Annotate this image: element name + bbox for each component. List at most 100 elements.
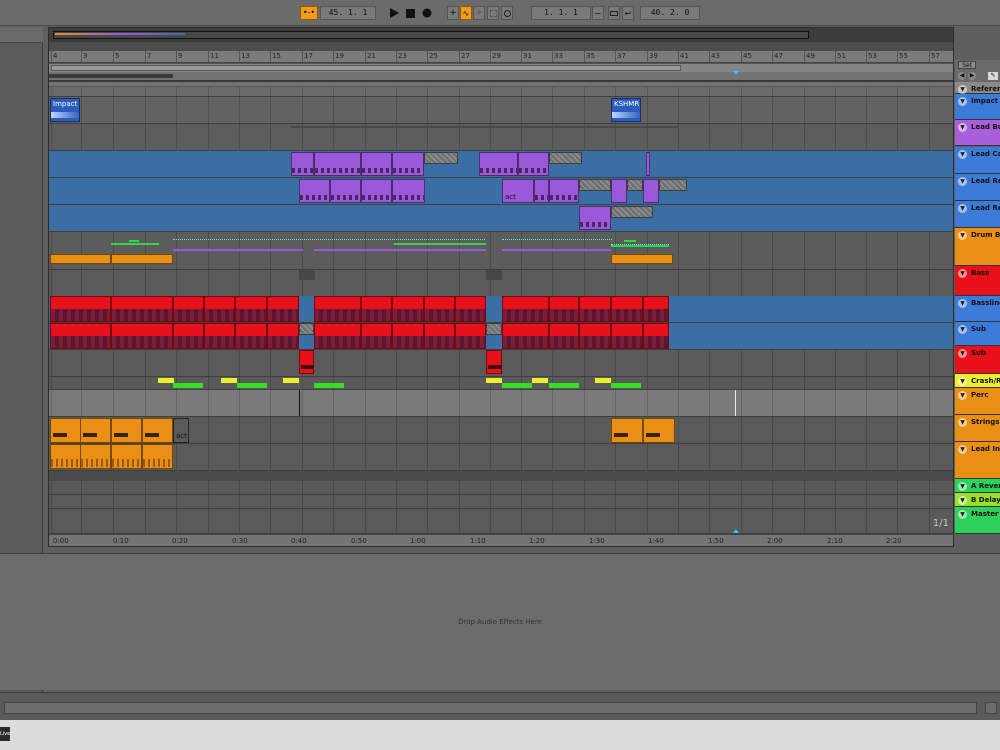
lead-clip[interactable] — [579, 206, 611, 230]
live-app-icon[interactable]: Live — [0, 727, 10, 741]
lead-clip[interactable]: act — [502, 179, 534, 203]
status-toggle[interactable] — [985, 702, 997, 714]
crash-clip[interactable] — [532, 378, 548, 383]
bass-clip[interactable] — [424, 323, 455, 349]
bass-clip[interactable] — [502, 296, 549, 322]
track-header[interactable]: ▼ Perc — [955, 388, 1000, 415]
drum-clip[interactable] — [611, 254, 673, 264]
drum-clip[interactable] — [111, 254, 173, 264]
track-header[interactable]: ▼ Bass — [955, 266, 1000, 296]
track-header[interactable]: ▼ B Delay — [955, 493, 1000, 507]
record-button[interactable] — [421, 6, 433, 20]
loop-switch-button[interactable]: ∽ — [592, 6, 604, 20]
track-lane[interactable] — [49, 509, 953, 534]
lead-clip[interactable] — [646, 152, 650, 176]
track-header[interactable]: ▼ Drum Bu — [955, 228, 1000, 266]
track-fold-icon[interactable]: ▼ — [958, 377, 967, 386]
lead-int-clip[interactable] — [142, 444, 173, 469]
track-lane[interactable] — [49, 97, 953, 124]
lead-clip[interactable] — [330, 179, 361, 203]
arrangement-overview[interactable] — [49, 28, 953, 42]
sub-clip[interactable] — [486, 350, 502, 374]
drum-clip[interactable] — [50, 254, 111, 264]
strings-clip[interactable] — [80, 418, 111, 443]
bass-clip[interactable] — [455, 296, 486, 322]
overdub-button[interactable]: + — [447, 6, 459, 20]
bass-clip[interactable] — [314, 296, 361, 322]
track-header[interactable]: ▼ Lead Bu — [955, 120, 1000, 146]
bass-clip[interactable] — [502, 323, 549, 349]
loop-brace[interactable] — [51, 65, 681, 71]
beat-time-ruler[interactable]: 4 3 5 7 9 11 13 15 17 19 21 23 25 27 29 31 33 35 37 39 41 43 4… — [49, 51, 953, 63]
lead-clip[interactable] — [549, 179, 579, 203]
impact-clip[interactable]: KSHMR — [611, 98, 641, 122]
strings-clip[interactable] — [643, 418, 675, 443]
loop-brace-strip[interactable] — [49, 64, 953, 72]
track-header[interactable]: ▼ Sub — [955, 322, 1000, 346]
crash-clip[interactable] — [314, 383, 344, 388]
track-header[interactable]: ▼ Lead Int — [955, 442, 1000, 479]
bass-clip[interactable] — [204, 296, 235, 322]
track-lane[interactable] — [49, 481, 953, 495]
track-fold-icon[interactable]: ▼ — [958, 204, 967, 213]
bass-clip[interactable] — [549, 296, 579, 322]
bass-clip[interactable] — [173, 296, 204, 322]
lead-int-clip[interactable] — [50, 444, 81, 469]
track-header[interactable]: ▼ Lead Re — [955, 174, 1000, 201]
track-lane[interactable] — [49, 444, 953, 471]
track-fold-icon[interactable]: ▼ — [958, 418, 967, 427]
bass-clip[interactable] — [549, 323, 579, 349]
lead-clip[interactable] — [659, 179, 687, 191]
loop-length-field[interactable]: 40. 2. 0 — [640, 6, 700, 20]
play-button[interactable] — [388, 6, 400, 20]
session-record-button[interactable] — [501, 6, 513, 20]
lead-clip[interactable] — [392, 152, 424, 176]
crash-clip[interactable] — [221, 378, 237, 383]
track-fold-icon[interactable]: ▼ — [958, 231, 967, 240]
track-lane[interactable] — [49, 232, 953, 270]
track-header[interactable]: ▼ Impact — [955, 94, 1000, 120]
track-fold-icon[interactable]: ▼ — [958, 510, 967, 519]
lead-clip[interactable] — [392, 179, 425, 203]
bass-clip[interactable] — [611, 296, 643, 322]
bass-clip[interactable] — [314, 323, 361, 349]
bass-clip[interactable] — [204, 323, 235, 349]
track-header[interactable]: ▼ Bassline — [955, 296, 1000, 322]
bass-clip[interactable] — [111, 296, 173, 322]
crash-clip[interactable] — [595, 378, 611, 383]
bass-clip[interactable] — [486, 323, 502, 335]
bass-clip[interactable] — [111, 323, 173, 349]
bass-clip[interactable] — [643, 323, 669, 349]
track-header[interactable]: ▼ Lead Re — [955, 201, 1000, 228]
bass-clip[interactable] — [392, 323, 424, 349]
strings-clip[interactable] — [111, 418, 142, 443]
bass-clip[interactable] — [267, 323, 299, 349]
time-ruler[interactable]: 0:00 0:10 0:20 0:30 0:40 0:50 1:00 1:10 1:20 1:30… — [49, 529, 953, 546]
lead-clip[interactable] — [627, 179, 643, 191]
device-view[interactable]: Drop Audio Effects Here — [0, 553, 1000, 690]
lead-clip[interactable] — [579, 179, 611, 191]
bass-clip[interactable] — [392, 296, 424, 322]
track-fold-icon[interactable]: ▼ — [958, 85, 967, 94]
lead-clip[interactable] — [534, 179, 549, 203]
bass-clip[interactable] — [579, 296, 611, 322]
track-fold-icon[interactable]: ▼ — [958, 123, 967, 132]
track-header[interactable]: ▼ Reference — [955, 82, 1000, 94]
strings-clip[interactable] — [142, 418, 173, 443]
bass-clip[interactable] — [579, 323, 611, 349]
bass-clip[interactable] — [50, 296, 111, 322]
track-header[interactable]: ▼ Strings — [955, 415, 1000, 442]
track-fold-icon[interactable]: ▼ — [958, 325, 967, 334]
lead-clip[interactable] — [643, 179, 659, 203]
bass-clip[interactable] — [50, 323, 111, 349]
track-fold-icon[interactable]: ▼ — [958, 177, 967, 186]
crash-clip[interactable] — [502, 383, 532, 388]
lead-clip[interactable] — [549, 152, 582, 164]
strings-clip[interactable] — [50, 418, 81, 443]
crash-clip[interactable] — [283, 378, 299, 383]
track-fold-icon[interactable]: ▼ — [958, 97, 967, 106]
bass-clip[interactable] — [455, 323, 486, 349]
bass-clip[interactable] — [299, 323, 314, 335]
reenable-automation-button[interactable]: + — [473, 6, 485, 20]
track-fold-icon[interactable]: ▼ — [958, 349, 967, 358]
